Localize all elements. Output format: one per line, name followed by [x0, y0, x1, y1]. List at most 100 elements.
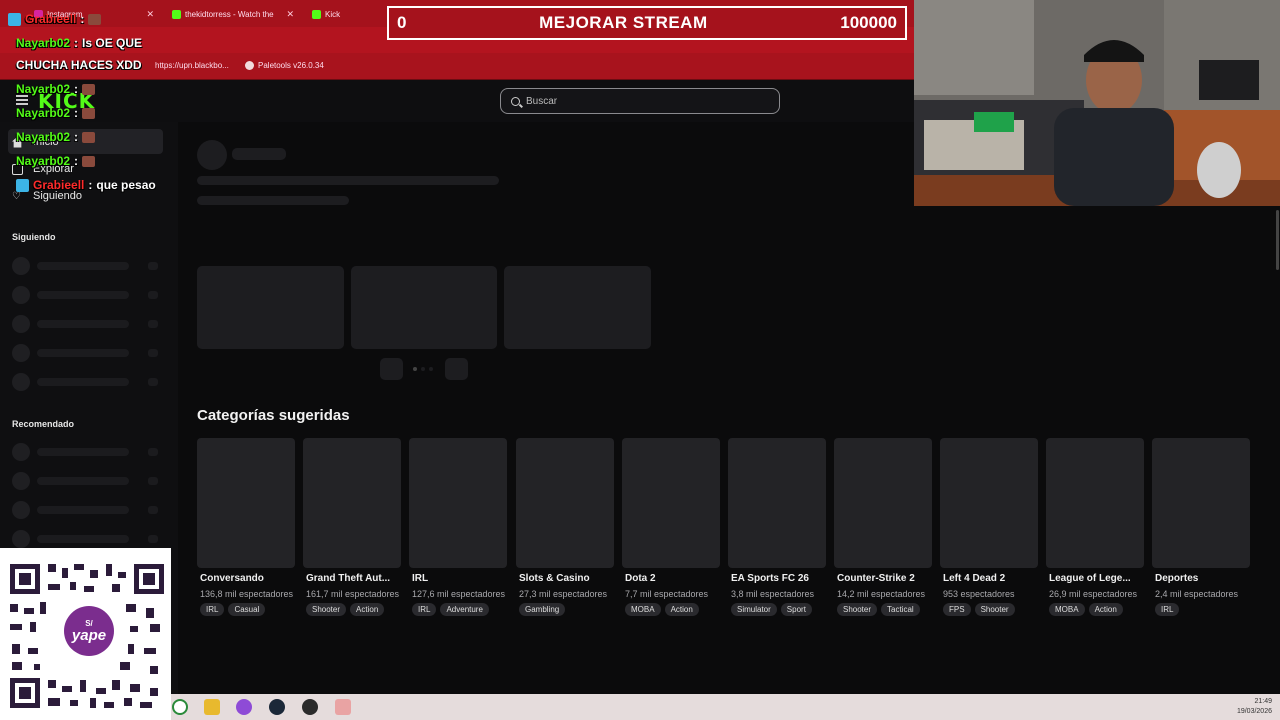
- browser-app-icon[interactable]: [236, 699, 252, 715]
- emote-icon: [82, 83, 96, 95]
- category-name[interactable]: Dota 2: [625, 573, 720, 584]
- category-card[interactable]: Grand Theft Aut... 161,7 mil espectadore…: [303, 438, 401, 616]
- category-name[interactable]: EA Sports FC 26: [731, 573, 826, 584]
- screen: Instagram ✕ thekidtorress - Watch the ✕ …: [0, 0, 1280, 720]
- search-box[interactable]: [500, 88, 780, 114]
- category-tag[interactable]: Action: [350, 603, 385, 616]
- carousel-card-skeleton: [351, 266, 497, 349]
- yape-logo: S/ yape: [64, 606, 114, 656]
- carousel-card-skeleton: [504, 266, 651, 349]
- steam-icon[interactable]: [269, 699, 285, 715]
- close-tab-icon[interactable]: ✕: [146, 9, 154, 20]
- category-tag[interactable]: Action: [1088, 603, 1123, 616]
- category-tag[interactable]: Shooter: [837, 603, 878, 616]
- chat-message: Nayarb02 :: [16, 130, 96, 144]
- carousel-next-button[interactable]: [445, 358, 468, 380]
- close-tab-icon[interactable]: ✕: [286, 9, 294, 20]
- category-tag[interactable]: IRL: [1155, 603, 1180, 616]
- folder-icon[interactable]: [204, 699, 220, 715]
- recommended-heading: Recomendado: [12, 419, 75, 429]
- carousel-dot[interactable]: [413, 367, 417, 371]
- bookmark-paletools[interactable]: Paletools v26.0.34: [245, 61, 324, 70]
- webcam-feed: [914, 0, 1280, 206]
- obs-icon[interactable]: [302, 699, 318, 715]
- category-tag[interactable]: Casual: [228, 603, 266, 616]
- category-card[interactable]: Slots & Casino 27,3 mil espectadores Gam…: [516, 438, 614, 616]
- category-thumbnail[interactable]: [834, 438, 932, 568]
- category-name[interactable]: Conversando: [200, 573, 295, 584]
- category-card[interactable]: League of Lege... 26,9 mil espectadores …: [1046, 438, 1144, 616]
- kick-favicon-icon: [172, 9, 181, 19]
- category-card[interactable]: Conversando 136,8 mil espectadores IRL Ca…: [197, 438, 295, 616]
- loading-avatar-skeleton: [197, 140, 227, 170]
- category-tag[interactable]: Simulator: [731, 603, 777, 616]
- category-name[interactable]: Slots & Casino: [519, 573, 614, 584]
- tab-kick[interactable]: Kick: [312, 5, 382, 23]
- category-thumbnail[interactable]: [303, 438, 401, 568]
- menu-icon[interactable]: [16, 95, 28, 105]
- emote-icon: [82, 155, 96, 167]
- address-url[interactable]: https://upn.blackbo...: [155, 61, 229, 70]
- category-viewers: 14,2 mil espectadores: [837, 589, 926, 599]
- search-input[interactable]: [526, 95, 756, 107]
- category-tag[interactable]: Sport: [780, 603, 812, 616]
- carousel-dot[interactable]: [429, 367, 433, 371]
- category-viewers: 26,9 mil espectadores: [1049, 589, 1138, 599]
- category-name[interactable]: IRL: [412, 573, 507, 584]
- category-tag[interactable]: Shooter: [974, 603, 1015, 616]
- category-viewers: 161,7 mil espectadores: [306, 589, 400, 599]
- carousel-dot[interactable]: [421, 367, 425, 371]
- category-name[interactable]: Counter-Strike 2: [837, 573, 932, 584]
- category-card[interactable]: IRL 127,6 mil espectadores IRL Adventure: [409, 438, 507, 616]
- category-thumbnail[interactable]: [1152, 438, 1250, 568]
- category-thumbnail[interactable]: [940, 438, 1038, 568]
- stream-goal-bar: 0 MEJORAR STREAM 100000: [387, 6, 907, 40]
- category-card[interactable]: Dota 2 7,7 mil espectadores MOBA Action: [622, 438, 720, 616]
- tab-thekidtorress[interactable]: thekidtorress - Watch the ✕: [172, 5, 294, 23]
- heart-icon: ♡: [12, 190, 21, 202]
- goal-target-value: 100000: [840, 13, 897, 32]
- category-card[interactable]: EA Sports FC 26 3,8 mil espectadores Sim…: [728, 438, 826, 616]
- category-card[interactable]: Deportes 2,4 mil espectadores IRL: [1152, 438, 1250, 616]
- kick-badge-icon: [8, 12, 21, 26]
- category-tag[interactable]: Adventure: [440, 603, 489, 616]
- search-icon: [511, 96, 520, 106]
- category-thumbnail[interactable]: [516, 438, 614, 568]
- kick-favicon-icon: [312, 9, 321, 19]
- category-thumbnail[interactable]: [622, 438, 720, 568]
- app-icon[interactable]: [335, 699, 351, 715]
- category-tag[interactable]: MOBA: [625, 603, 661, 616]
- carousel-prev-button[interactable]: [380, 358, 403, 380]
- category-tag[interactable]: MOBA: [1049, 603, 1085, 616]
- loading-line-skeleton: [197, 196, 349, 205]
- category-name[interactable]: Grand Theft Aut...: [306, 573, 401, 584]
- recommended-skeleton-row: [12, 530, 160, 548]
- category-tag[interactable]: FPS: [943, 603, 971, 616]
- category-name[interactable]: Left 4 Dead 2: [943, 573, 1038, 584]
- category-tag[interactable]: Shooter: [306, 603, 347, 616]
- category-tag[interactable]: Gambling: [519, 603, 566, 616]
- category-name[interactable]: Deportes: [1155, 573, 1250, 584]
- chat-message: Nayarb02 :: [16, 154, 96, 168]
- paletools-icon: [245, 61, 254, 70]
- following-skeleton-row: [12, 315, 160, 333]
- category-thumbnail[interactable]: [409, 438, 507, 568]
- chrome-icon[interactable]: [172, 699, 188, 715]
- category-thumbnail[interactable]: [728, 438, 826, 568]
- category-name[interactable]: League of Lege...: [1049, 573, 1144, 584]
- category-card[interactable]: Left 4 Dead 2 953 espectadores FPS Shoote…: [940, 438, 1038, 616]
- category-thumbnail[interactable]: [197, 438, 295, 568]
- page-scrollbar[interactable]: [1276, 210, 1279, 270]
- chat-message: Nayarb02 :: [16, 82, 96, 96]
- emote-icon: [82, 107, 96, 119]
- chat-message: Grabieell :: [8, 12, 102, 26]
- following-skeleton-row: [12, 344, 160, 362]
- category-tag[interactable]: IRL: [412, 603, 437, 616]
- taskbar-clock[interactable]: 21:49 19/03/2026: [1237, 697, 1272, 717]
- category-tag[interactable]: Action: [664, 603, 699, 616]
- category-card[interactable]: Counter-Strike 2 14,2 mil espectadores S…: [834, 438, 932, 616]
- goal-current-value: 0: [397, 13, 407, 32]
- category-tag[interactable]: Tactical: [881, 603, 920, 616]
- category-thumbnail[interactable]: [1046, 438, 1144, 568]
- category-tag[interactable]: IRL: [200, 603, 225, 616]
